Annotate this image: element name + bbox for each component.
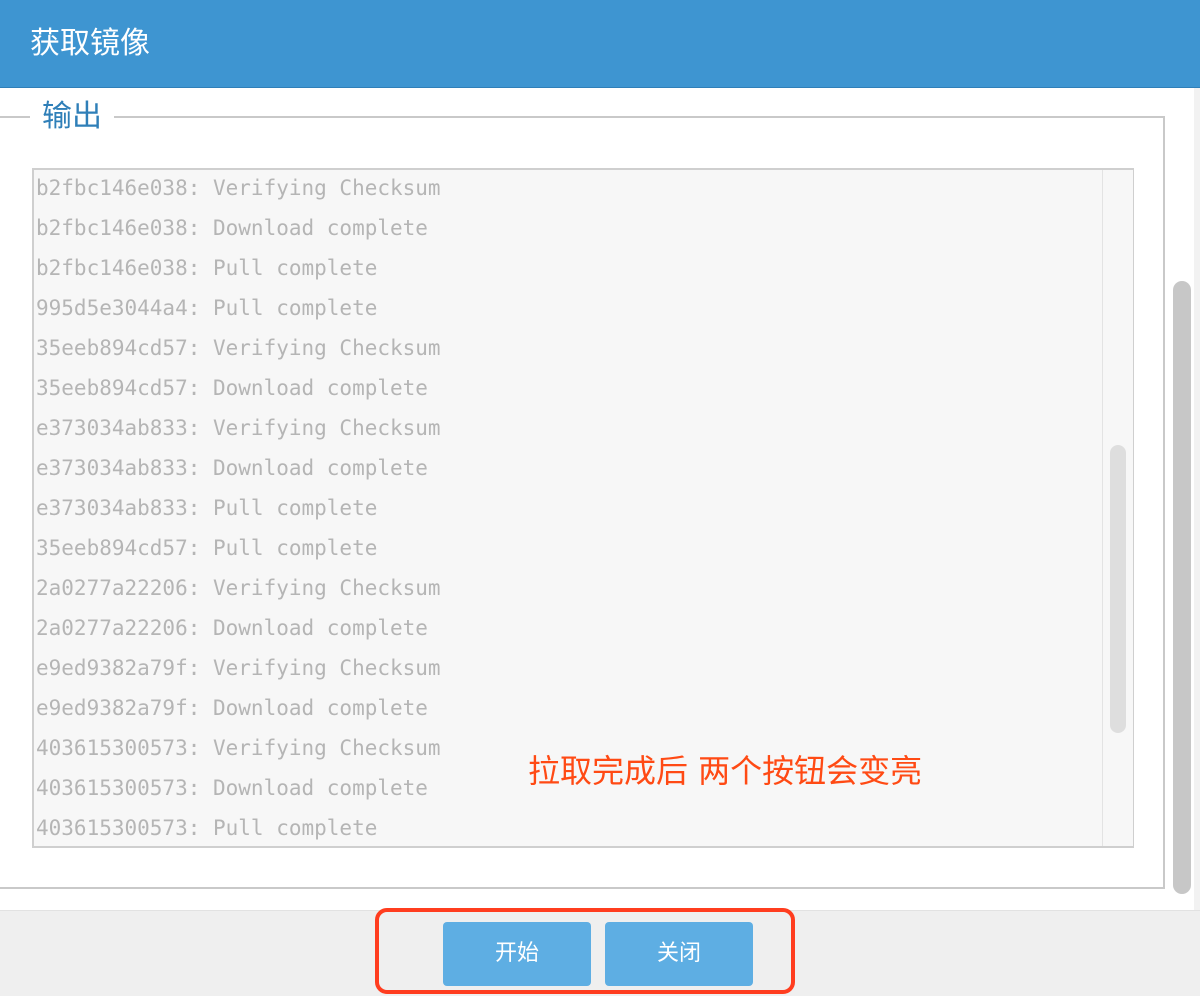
- close-button[interactable]: 关闭: [605, 922, 753, 986]
- log-line: b2fbc146e038: Verifying Checksum: [36, 176, 441, 200]
- output-legend: 输出: [30, 96, 114, 138]
- outer-scrollbar-thumb[interactable]: [1173, 281, 1191, 894]
- pull-image-dialog: 获取镜像 输出 b2fbc146e038: Verifying Checksum…: [0, 0, 1200, 996]
- log-line: e373034ab833: Pull complete: [36, 496, 378, 520]
- log-line: e9ed9382a79f: Verifying Checksum: [36, 656, 441, 680]
- log-line: 2a0277a22206: Download complete: [36, 616, 428, 640]
- log-line: e9ed9382a79f: Download complete: [36, 696, 428, 720]
- log-line: 995d5e3044a4: Pull complete: [36, 296, 378, 320]
- log-line: b2fbc146e038: Pull complete: [36, 256, 378, 280]
- log-line: b2fbc146e038: Download complete: [36, 216, 428, 240]
- outer-scroll-track: [1194, 88, 1200, 910]
- start-button[interactable]: 开始: [443, 922, 591, 986]
- log-line: e373034ab833: Download complete: [36, 456, 428, 480]
- log-line: 35eeb894cd57: Download complete: [36, 376, 428, 400]
- log-line-list: b2fbc146e038: Verifying Checksum b2fbc146…: [36, 170, 441, 846]
- log-line: 35eeb894cd57: Verifying Checksum: [36, 336, 441, 360]
- log-scrollbar-thumb[interactable]: [1110, 445, 1126, 733]
- dialog-title-bar: 获取镜像: [0, 0, 1200, 88]
- log-line: 403615300573: Verifying Checksum: [36, 736, 441, 760]
- log-line: 35eeb894cd57: Pull complete: [36, 536, 378, 560]
- dialog-title: 获取镜像: [30, 26, 150, 61]
- output-log-area[interactable]: b2fbc146e038: Verifying Checksum b2fbc146…: [32, 168, 1134, 848]
- log-line: e373034ab833: Verifying Checksum: [36, 416, 441, 440]
- log-line: 403615300573: Download complete: [36, 776, 428, 800]
- log-line: 403615300573: Pull complete: [36, 816, 378, 840]
- log-line: 2a0277a22206: Verifying Checksum: [36, 576, 441, 600]
- annotation-note: 拉取完成后 两个按钮会变亮: [528, 752, 923, 790]
